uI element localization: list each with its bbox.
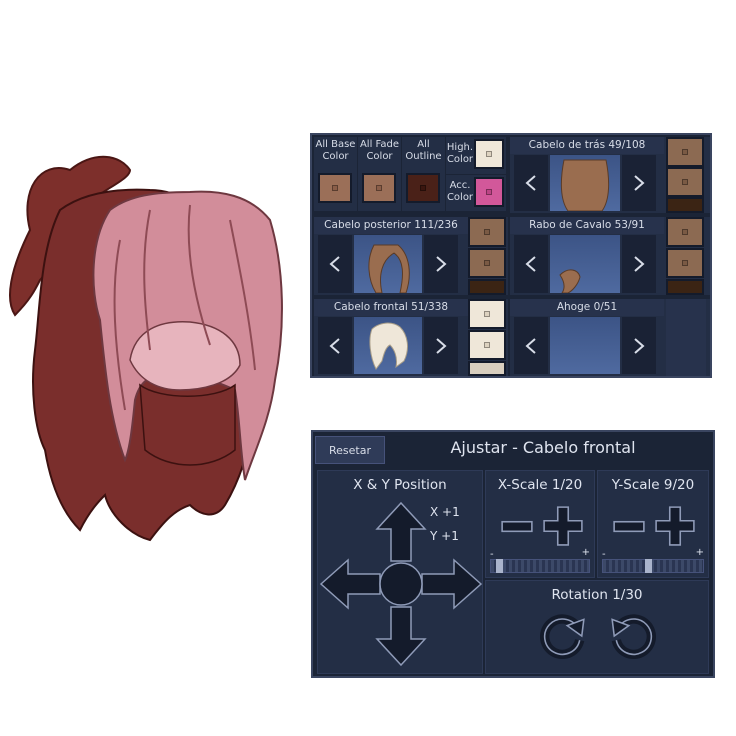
hair-preview-illustration	[9, 155, 283, 542]
back-hair-color-swatch-1[interactable]	[666, 137, 704, 167]
chevron-right-icon	[634, 175, 645, 191]
back-hair-prev-button[interactable]	[514, 155, 548, 211]
ponytail-color-swatch-1[interactable]	[666, 217, 704, 247]
yscale-slider-knob[interactable]	[645, 559, 652, 573]
all-fade-color-swatch[interactable]	[362, 173, 396, 203]
ponytail-color-swatch-2[interactable]	[666, 248, 704, 278]
yscale-minus-button[interactable]	[612, 509, 646, 543]
high-color-cell[interactable]: High. Color	[446, 137, 506, 174]
chevron-left-icon	[525, 337, 536, 354]
ponytail-color-swatch-3[interactable]	[666, 279, 704, 295]
xscale-section: X-Scale 1/20 - +	[485, 470, 595, 578]
all-outline-swatch[interactable]	[406, 173, 440, 203]
arrow-up-button[interactable]	[375, 501, 427, 562]
chevron-right-icon	[436, 337, 447, 354]
back-hair-title: Cabelo de trás 49/108	[510, 137, 664, 154]
dpad	[319, 501, 483, 667]
rotate-counterclockwise-icon[interactable]	[608, 609, 660, 661]
xscale-slider[interactable]	[490, 559, 590, 573]
back-hair-preview	[550, 155, 620, 211]
ponytail-cell: Rabo de Cavalo 53/91	[510, 217, 710, 295]
ahoge-prev-button[interactable]	[514, 317, 548, 374]
front-hair-prev-button[interactable]	[318, 317, 352, 374]
yscale-plus-button[interactable]	[654, 505, 696, 547]
position-title: X & Y Position	[353, 477, 447, 493]
xscale-max-sign: +	[581, 547, 590, 558]
ponytail-prev-button[interactable]	[514, 235, 548, 293]
all-fade-color-label: All Fade Color	[359, 139, 400, 162]
all-fade-color-cell[interactable]: All Fade Color	[358, 137, 401, 211]
posterior-hair-color-swatch-3[interactable]	[468, 279, 506, 295]
rotate-clockwise-icon[interactable]	[536, 609, 588, 661]
yscale-slider[interactable]	[602, 559, 704, 573]
yscale-section: Y-Scale 9/20 - +	[597, 470, 709, 578]
front-hair-color-swatch-3[interactable]	[468, 361, 506, 376]
posterior-hair-preview	[354, 235, 422, 293]
yscale-max-sign: +	[695, 547, 704, 558]
adjust-title: Ajustar - Cabelo frontal	[450, 438, 636, 457]
posterior-hair-next-button[interactable]	[424, 235, 458, 293]
front-hair-color-swatch-2[interactable]	[468, 330, 506, 360]
posterior-hair-prev-button[interactable]	[318, 235, 352, 293]
acc-color-cell[interactable]: Acc. Color	[446, 175, 506, 211]
chevron-right-icon	[634, 337, 645, 354]
ponytail-next-button[interactable]	[622, 235, 656, 293]
all-outline-cell[interactable]: All Outline	[402, 137, 445, 211]
arrow-right-button[interactable]	[421, 558, 483, 610]
back-hair-cell: Cabelo de trás 49/108	[510, 137, 710, 213]
xscale-title: X-Scale 1/20	[497, 477, 583, 493]
xscale-minus-button[interactable]	[500, 509, 534, 543]
arrow-down-button[interactable]	[375, 606, 427, 667]
arrow-left-button[interactable]	[319, 558, 381, 610]
yscale-title: Y-Scale 9/20	[611, 477, 695, 493]
all-base-color-cell[interactable]: All Base Color	[314, 137, 357, 211]
ahoge-preview	[550, 317, 620, 374]
hair-selection-panel: All Base Color All Fade Color All Outlin…	[310, 133, 712, 378]
chevron-right-icon	[634, 256, 645, 272]
ahoge-empty-side	[666, 299, 706, 376]
rotation-title: Rotation 1/30	[551, 587, 643, 603]
acc-color-swatch[interactable]	[474, 177, 504, 207]
posterior-hair-title: Cabelo posterior 111/236	[314, 217, 468, 234]
high-color-label: High. Color	[446, 142, 474, 165]
ahoge-next-button[interactable]	[622, 317, 656, 374]
xscale-slider-knob[interactable]	[496, 559, 503, 573]
rotation-section: Rotation 1/30	[485, 580, 709, 674]
chevron-left-icon	[329, 337, 340, 354]
back-hair-next-button[interactable]	[622, 155, 656, 211]
front-hair-cell: Cabelo frontal 51/338	[314, 299, 508, 376]
position-section: X & Y Position X +1 Y +1	[317, 470, 483, 674]
chevron-left-icon	[329, 256, 340, 272]
ahoge-cell: Ahoge 0/51	[510, 299, 710, 376]
xscale-plus-button[interactable]	[542, 505, 584, 547]
chevron-left-icon	[525, 256, 536, 272]
front-hair-preview	[354, 317, 422, 374]
posterior-hair-cell: Cabelo posterior 111/236	[314, 217, 508, 295]
front-hair-title: Cabelo frontal 51/338	[314, 299, 468, 316]
all-outline-label: All Outline	[405, 139, 442, 162]
dpad-center-button[interactable]	[379, 562, 423, 606]
front-hair-color-swatch-1[interactable]	[468, 299, 506, 329]
posterior-hair-color-swatch-1[interactable]	[468, 217, 506, 247]
reset-button[interactable]: Resetar	[315, 436, 385, 464]
all-base-color-swatch[interactable]	[318, 173, 352, 203]
adjust-panel: Resetar Ajustar - Cabelo frontal X & Y P…	[311, 430, 715, 678]
back-hair-color-swatch-2[interactable]	[666, 167, 704, 197]
ponytail-preview	[550, 235, 620, 293]
front-hair-next-button[interactable]	[424, 317, 458, 374]
ahoge-title: Ahoge 0/51	[510, 299, 664, 316]
all-base-color-label: All Base Color	[315, 139, 356, 162]
posterior-hair-color-swatch-2[interactable]	[468, 248, 506, 278]
back-hair-color-swatch-3[interactable]	[666, 197, 704, 213]
high-color-swatch[interactable]	[474, 139, 504, 169]
ponytail-title: Rabo de Cavalo 53/91	[510, 217, 664, 234]
chevron-left-icon	[525, 175, 536, 191]
chevron-right-icon	[436, 256, 447, 272]
acc-color-label: Acc. Color	[446, 180, 474, 203]
